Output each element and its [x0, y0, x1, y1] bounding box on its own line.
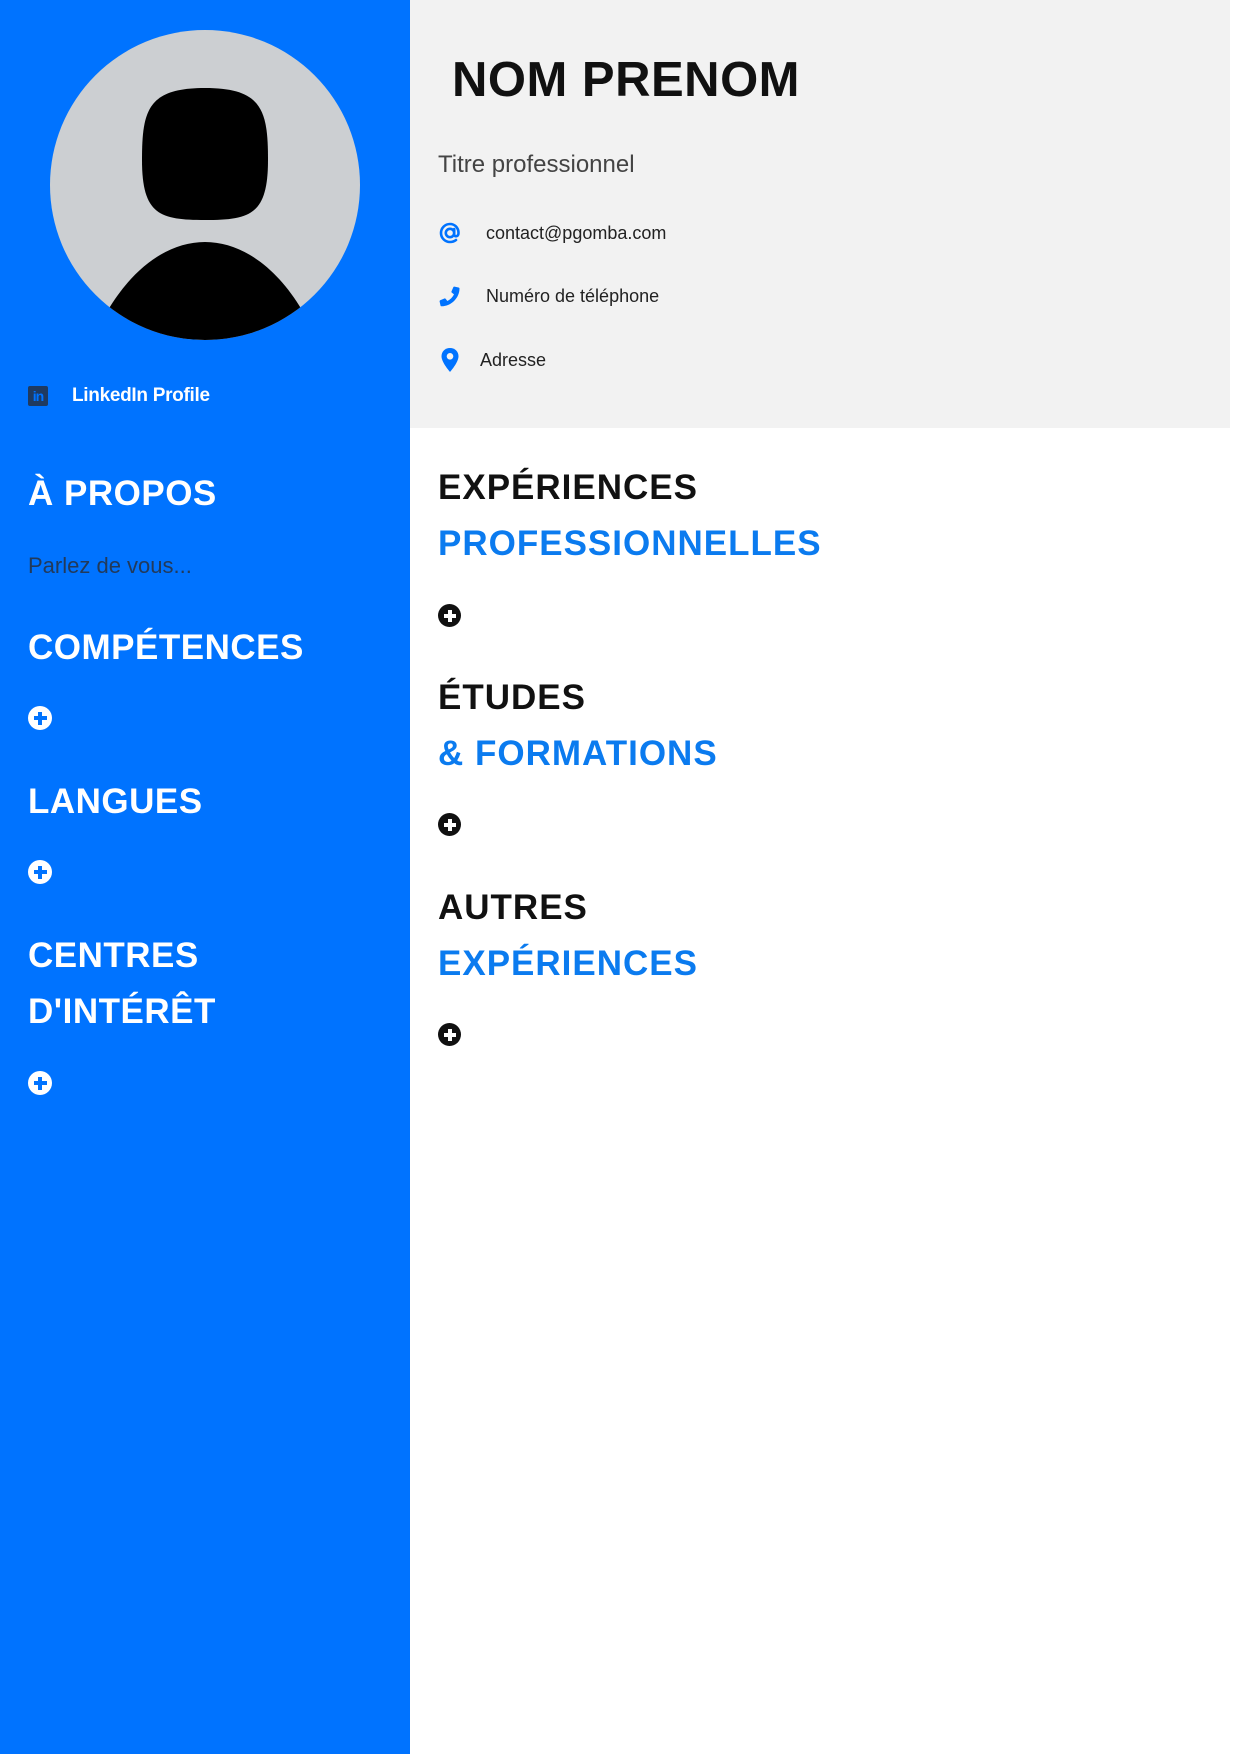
address-text: Adresse [480, 349, 547, 370]
job-title[interactable]: Titre professionnel [438, 151, 635, 179]
sidebar: in LinkedIn Profile À PROPOS Parlez de v… [0, 0, 410, 1754]
other-heading-dark: AUTRES [438, 888, 588, 927]
experience-heading-dark: EXPÉRIENCES [438, 468, 698, 507]
education-heading-blue: & FORMATIONS [438, 734, 718, 773]
linkedin-label: LinkedIn Profile [72, 385, 210, 406]
add-interest-button[interactable] [28, 1071, 52, 1095]
phone-icon [438, 284, 462, 308]
header: NOM PRENOM Titre professionnel contact@p… [410, 0, 1230, 428]
education-heading: ÉTUDES & FORMATIONS [438, 670, 718, 782]
about-heading: À PROPOS [28, 474, 217, 513]
education-heading-dark: ÉTUDES [438, 678, 586, 717]
cv-page: in LinkedIn Profile À PROPOS Parlez de v… [0, 0, 1241, 1754]
contact-email[interactable]: contact@pgomba.com [438, 218, 666, 248]
experience-heading: EXPÉRIENCES PROFESSIONNELLES [438, 460, 822, 572]
other-heading-blue: EXPÉRIENCES [438, 944, 698, 983]
at-icon [438, 221, 462, 245]
linkedin-icon: in [28, 386, 48, 406]
full-name[interactable]: NOM PRENOM [452, 52, 800, 108]
add-language-button[interactable] [28, 860, 52, 884]
profile-photo[interactable] [50, 30, 360, 340]
add-education-button[interactable] [438, 813, 461, 836]
user-silhouette-icon [108, 88, 302, 340]
about-text[interactable]: Parlez de vous... [28, 553, 192, 579]
email-text: contact@pgomba.com [486, 222, 667, 243]
interests-heading: CENTRES D'INTÉRÊT [28, 928, 216, 1040]
contact-address[interactable]: Adresse [438, 345, 546, 375]
other-heading: AUTRES EXPÉRIENCES [438, 880, 698, 992]
languages-heading: LANGUES [28, 782, 203, 821]
skills-heading: COMPÉTENCES [28, 628, 304, 667]
experience-heading-blue: PROFESSIONNELLES [438, 524, 822, 563]
linkedin-link[interactable]: in LinkedIn Profile [28, 381, 210, 411]
interests-heading-line2: D'INTÉRÊT [28, 992, 216, 1031]
interests-heading-line1: CENTRES [28, 936, 199, 975]
contact-phone[interactable]: Numéro de téléphone [438, 281, 659, 311]
add-skill-button[interactable] [28, 706, 52, 730]
add-experience-button[interactable] [438, 604, 461, 627]
add-other-experience-button[interactable] [438, 1023, 461, 1046]
location-pin-icon [438, 348, 462, 372]
phone-text: Numéro de téléphone [486, 285, 660, 306]
